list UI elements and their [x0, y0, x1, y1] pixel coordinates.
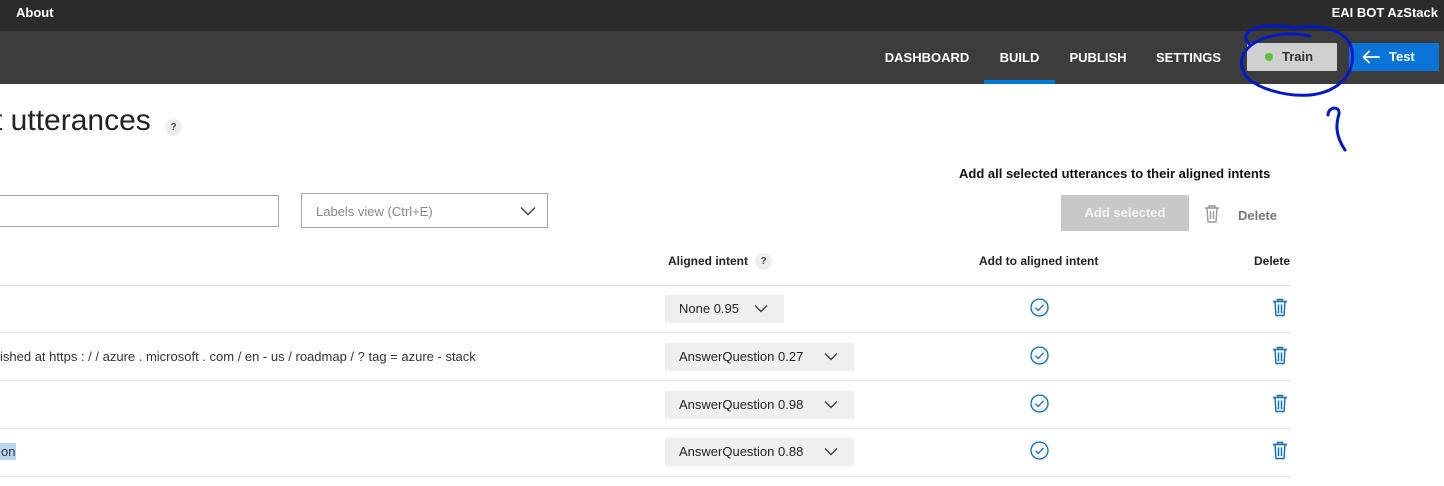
arrow-left-icon: [1362, 50, 1380, 64]
check-circle-icon[interactable]: [1030, 298, 1049, 317]
help-icon[interactable]: ?: [755, 253, 772, 270]
trash-icon[interactable]: [1272, 298, 1288, 317]
intent-value: AnswerQuestion 0.98: [679, 397, 804, 412]
help-icon[interactable]: ?: [165, 119, 182, 136]
intent-dropdown[interactable]: AnswerQuestion 0.88: [665, 438, 854, 466]
train-button[interactable]: Train: [1247, 43, 1337, 71]
header-delete: Delete: [1254, 254, 1291, 268]
tab-settings[interactable]: SETTINGS: [1153, 31, 1224, 84]
divider: [0, 332, 1291, 333]
chevron-down-icon: [824, 353, 838, 361]
utterance-text[interactable]: ished at https : / / azure . microsoft .…: [0, 349, 476, 364]
trash-icon[interactable]: [1272, 441, 1288, 460]
test-button[interactable]: Test: [1349, 43, 1439, 71]
tab-publish[interactable]: PUBLISH: [1065, 31, 1131, 84]
chevron-down-icon: [824, 401, 838, 409]
delete-label: Delete: [1238, 208, 1278, 223]
tab-build[interactable]: BUILD: [984, 31, 1055, 84]
chevron-down-icon: [824, 448, 838, 456]
app-name: EAI BOT AzStack: [1331, 5, 1438, 20]
top-bar: About EAI BOT AzStack: [0, 0, 1444, 31]
header-add-to-aligned-intent: Add to aligned intent: [979, 254, 1099, 268]
header-aligned-intent: Aligned intent: [668, 254, 748, 268]
tab-dashboard[interactable]: DASHBOARD: [882, 31, 972, 84]
trash-icon[interactable]: [1272, 394, 1288, 413]
add-selected-button[interactable]: Add selected: [1061, 195, 1189, 231]
intent-dropdown[interactable]: AnswerQuestion 0.98: [665, 391, 854, 419]
divider: [0, 380, 1291, 381]
divider: [0, 476, 1291, 477]
check-circle-icon[interactable]: [1030, 346, 1049, 365]
add-all-label: Add all selected utterances to their ali…: [959, 166, 1271, 181]
page-title: t utterances: [0, 104, 151, 137]
intent-dropdown[interactable]: None 0.95: [665, 295, 784, 323]
check-circle-icon[interactable]: [1030, 441, 1049, 460]
check-circle-icon[interactable]: [1030, 394, 1049, 413]
labels-view-dropdown[interactable]: Labels view (Ctrl+E): [301, 193, 548, 228]
train-status-dot: [1265, 53, 1273, 61]
labels-view-placeholder: Labels view (Ctrl+E): [316, 204, 433, 219]
train-label: Train: [1282, 49, 1314, 64]
nav-bar: DASHBOARD BUILD PUBLISH SETTINGS Train T…: [0, 31, 1444, 84]
divider: [0, 285, 1291, 286]
intent-value: AnswerQuestion 0.88: [679, 444, 804, 459]
intent-dropdown[interactable]: AnswerQuestion 0.27: [665, 343, 854, 371]
intent-value: AnswerQuestion 0.27: [679, 349, 804, 364]
intent-value: None 0.95: [679, 301, 739, 316]
about-link[interactable]: About: [16, 5, 54, 20]
trash-icon[interactable]: [1272, 346, 1288, 365]
chevron-down-icon: [520, 206, 536, 216]
divider: [0, 428, 1291, 429]
utterance-text[interactable]: on: [0, 443, 17, 460]
test-label: Test: [1389, 49, 1415, 64]
trash-icon: [1205, 205, 1219, 223]
search-input[interactable]: [0, 195, 279, 227]
chevron-down-icon: [754, 305, 768, 313]
